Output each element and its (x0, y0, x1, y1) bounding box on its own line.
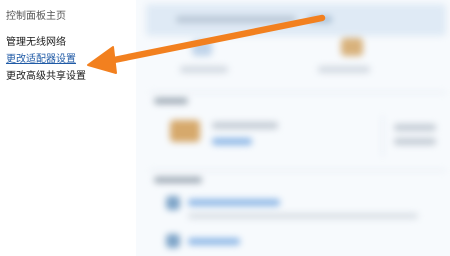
house-icon (341, 38, 363, 56)
blurred-link (188, 199, 280, 206)
blurred-text (176, 16, 296, 23)
change-adapter-settings-link[interactable]: 更改适配器设置 (6, 51, 86, 68)
blurred-content (136, 0, 450, 256)
settings-icon (166, 234, 180, 248)
network-icon (170, 120, 200, 142)
navigation-pane: 控制面板主页 管理无线网络 更改适配器设置 更改高级共享设置 (0, 0, 136, 256)
control-panel-home-link[interactable]: 控制面板主页 (6, 7, 66, 22)
blurred-text (394, 124, 436, 131)
blurred-text (308, 16, 332, 23)
divider (150, 170, 446, 171)
sidebar-task-list: 管理无线网络 更改适配器设置 更改高级共享设置 (6, 34, 86, 85)
divider (382, 116, 383, 156)
manage-wireless-networks-link[interactable]: 管理无线网络 (6, 34, 86, 51)
blurred-link (188, 238, 240, 245)
blurred-text (180, 66, 228, 73)
change-advanced-sharing-settings-link[interactable]: 更改高级共享设置 (6, 68, 86, 85)
blurred-heading (154, 98, 188, 104)
blurred-text (318, 66, 370, 73)
blurred-text (188, 213, 418, 219)
computer-icon (192, 40, 212, 56)
blurred-link (212, 138, 252, 145)
blurred-heading (154, 177, 202, 183)
blurred-text (212, 122, 278, 129)
divider (150, 92, 446, 93)
settings-icon (166, 196, 180, 210)
blurred-text (394, 138, 436, 145)
network-sharing-center-content (136, 0, 450, 256)
